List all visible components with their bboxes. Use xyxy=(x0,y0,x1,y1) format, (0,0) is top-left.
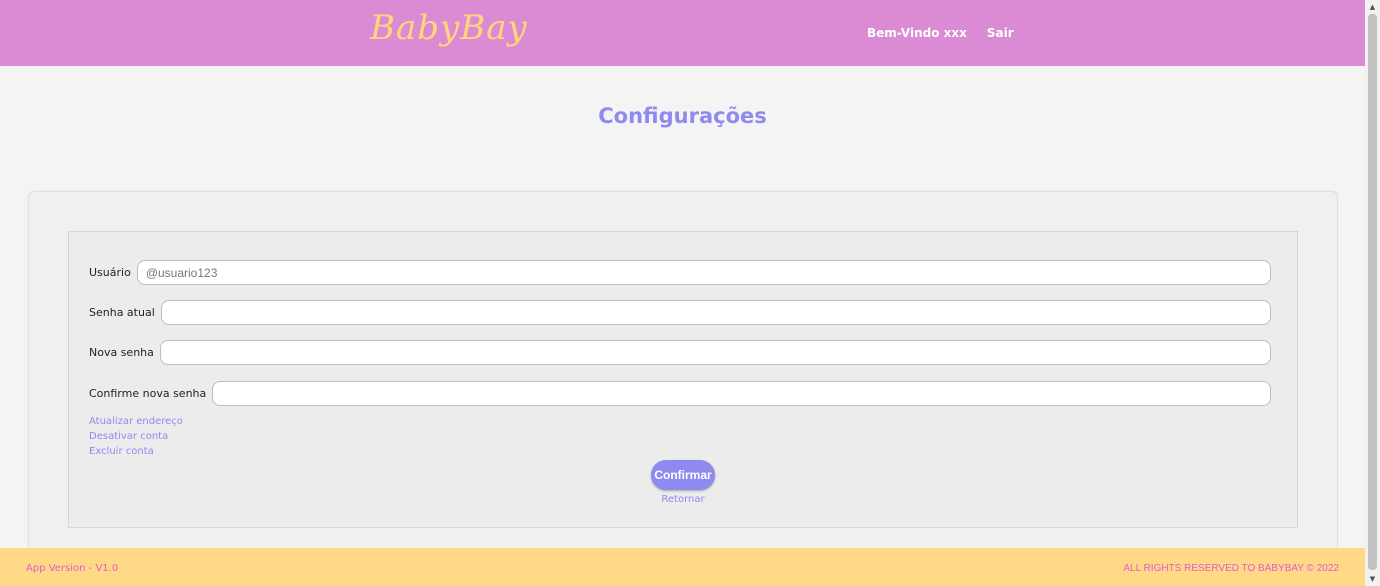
username-label: Usuário xyxy=(89,266,131,279)
current-password-label: Senha atual xyxy=(89,306,155,319)
current-password-row: Senha atual xyxy=(89,299,1271,326)
scrollbar-thumb[interactable] xyxy=(1368,14,1377,570)
update-address-link[interactable]: Atualizar endereço xyxy=(89,416,183,428)
logout-link[interactable]: Sair xyxy=(987,26,1014,40)
username-input[interactable] xyxy=(136,260,1271,285)
welcome-text: Bem-Vindo xxx xyxy=(867,26,967,40)
current-password-input[interactable] xyxy=(160,300,1271,325)
new-password-row: Nova senha xyxy=(89,339,1271,366)
arrow-up-icon[interactable]: ▲ xyxy=(1365,1,1380,13)
account-links: Atualizar endereço Desativar conta Exclu… xyxy=(89,416,183,458)
header-nav: Bem-Vindo xxx Sair xyxy=(867,26,1014,40)
new-password-input[interactable] xyxy=(159,340,1271,365)
top-header: BabyBay Bem-Vindo xxx Sair xyxy=(0,0,1365,66)
confirm-button[interactable]: Confirmar xyxy=(651,460,715,490)
username-row: Usuário xyxy=(89,259,1271,286)
deactivate-account-link[interactable]: Desativar conta xyxy=(89,431,183,443)
logo[interactable]: BabyBay xyxy=(370,8,528,48)
delete-account-link[interactable]: Excluir conta xyxy=(89,446,183,458)
app-version: App Version - V1.0 xyxy=(26,563,119,574)
footer: App Version - V1.0 ALL RIGHTS RESERVED T… xyxy=(0,548,1365,586)
copyright: ALL RIGHTS RESERVED TO BABYBAY © 2022 xyxy=(1123,563,1339,574)
vertical-scrollbar[interactable]: ▲ ▼ xyxy=(1365,0,1380,586)
confirm-password-input[interactable] xyxy=(212,381,1271,406)
return-link[interactable]: Retornar xyxy=(69,494,1297,505)
settings-form: Usuário Senha atual Nova senha Confirme … xyxy=(68,231,1298,528)
arrow-down-icon[interactable]: ▼ xyxy=(1365,573,1380,585)
new-password-label: Nova senha xyxy=(89,346,154,359)
confirm-password-row: Confirme nova senha xyxy=(89,380,1271,407)
page-title: Configurações xyxy=(598,104,767,128)
confirm-password-label: Confirme nova senha xyxy=(89,387,207,400)
